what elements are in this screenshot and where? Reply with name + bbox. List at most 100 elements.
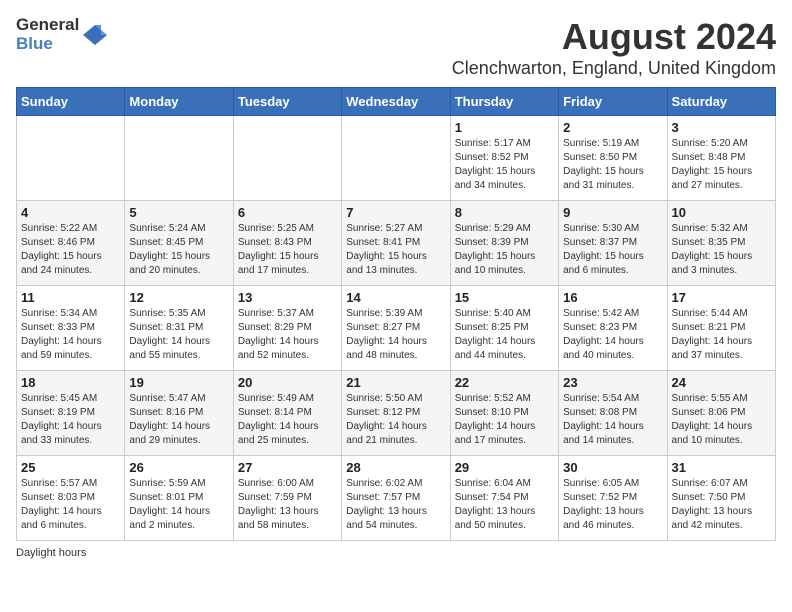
- day-number: 31: [672, 460, 771, 475]
- day-info: Sunrise: 5:34 AM Sunset: 8:33 PM Dayligh…: [21, 307, 120, 363]
- day-info: Sunrise: 6:04 AM Sunset: 7:54 PM Dayligh…: [455, 477, 554, 533]
- calendar-cell: [342, 116, 450, 201]
- calendar-table: SundayMondayTuesdayWednesdayThursdayFrid…: [16, 87, 776, 541]
- day-info: Sunrise: 6:07 AM Sunset: 7:50 PM Dayligh…: [672, 477, 771, 533]
- day-info: Sunrise: 6:00 AM Sunset: 7:59 PM Dayligh…: [238, 477, 337, 533]
- day-number: 3: [672, 120, 771, 135]
- calendar-cell: 16 Sunrise: 5:42 AM Sunset: 8:23 PM Dayli…: [559, 286, 667, 371]
- day-info: Sunrise: 5:22 AM Sunset: 8:46 PM Dayligh…: [21, 222, 120, 278]
- day-number: 16: [563, 290, 662, 305]
- day-number: 30: [563, 460, 662, 475]
- day-number: 22: [455, 375, 554, 390]
- calendar-cell: 20 Sunrise: 5:49 AM Sunset: 8:14 PM Dayli…: [233, 371, 341, 456]
- day-info: Sunrise: 5:24 AM Sunset: 8:45 PM Dayligh…: [129, 222, 228, 278]
- calendar-cell: 8Sunrise: 5:29 AM Sunset: 8:39 PM Daylig…: [450, 201, 558, 286]
- day-number: 7: [346, 205, 445, 220]
- day-info: Sunrise: 5:40 AM Sunset: 8:25 PM Dayligh…: [455, 307, 554, 363]
- day-info: Sunrise: 5:54 AM Sunset: 8:08 PM Dayligh…: [563, 392, 662, 448]
- day-info: Sunrise: 5:42 AM Sunset: 8:23 PM Dayligh…: [563, 307, 662, 363]
- day-info: Sunrise: 5:25 AM Sunset: 8:43 PM Dayligh…: [238, 222, 337, 278]
- calendar-day-header: Tuesday: [233, 88, 341, 116]
- title-block: August 2024 Clenchwarton, England, Unite…: [452, 16, 776, 79]
- day-number: 11: [21, 290, 120, 305]
- calendar-cell: 17 Sunrise: 5:44 AM Sunset: 8:21 PM Dayli…: [667, 286, 775, 371]
- calendar-week-row: 25 Sunrise: 5:57 AM Sunset: 8:03 PM Dayli…: [17, 456, 776, 541]
- calendar-day-header: Sunday: [17, 88, 125, 116]
- day-number: 13: [238, 290, 337, 305]
- calendar-cell: 13 Sunrise: 5:37 AM Sunset: 8:29 PM Dayli…: [233, 286, 341, 371]
- day-number: 24: [672, 375, 771, 390]
- day-info: Sunrise: 5:30 AM Sunset: 8:37 PM Dayligh…: [563, 222, 662, 278]
- day-info: Sunrise: 5:19 AM Sunset: 8:50 PM Dayligh…: [563, 137, 662, 193]
- day-number: 10: [672, 205, 771, 220]
- day-info: Sunrise: 5:57 AM Sunset: 8:03 PM Dayligh…: [21, 477, 120, 533]
- day-info: Sunrise: 5:20 AM Sunset: 8:48 PM Dayligh…: [672, 137, 771, 193]
- calendar-cell: 22 Sunrise: 5:52 AM Sunset: 8:10 PM Dayli…: [450, 371, 558, 456]
- calendar-cell: 30 Sunrise: 6:05 AM Sunset: 7:52 PM Dayli…: [559, 456, 667, 541]
- calendar-week-row: 1Sunrise: 5:17 AM Sunset: 8:52 PM Daylig…: [17, 116, 776, 201]
- day-info: Sunrise: 5:44 AM Sunset: 8:21 PM Dayligh…: [672, 307, 771, 363]
- calendar-day-header: Friday: [559, 88, 667, 116]
- day-number: 27: [238, 460, 337, 475]
- day-info: Sunrise: 5:47 AM Sunset: 8:16 PM Dayligh…: [129, 392, 228, 448]
- day-info: Sunrise: 5:59 AM Sunset: 8:01 PM Dayligh…: [129, 477, 228, 533]
- day-info: Sunrise: 5:50 AM Sunset: 8:12 PM Dayligh…: [346, 392, 445, 448]
- logo-general: General: [16, 16, 79, 35]
- day-info: Sunrise: 6:05 AM Sunset: 7:52 PM Dayligh…: [563, 477, 662, 533]
- calendar-cell: 14 Sunrise: 5:39 AM Sunset: 8:27 PM Dayli…: [342, 286, 450, 371]
- calendar-week-row: 4Sunrise: 5:22 AM Sunset: 8:46 PM Daylig…: [17, 201, 776, 286]
- day-number: 25: [21, 460, 120, 475]
- logo-blue: Blue: [16, 35, 79, 54]
- calendar-cell: 6 Sunrise: 5:25 AM Sunset: 8:43 PM Daylig…: [233, 201, 341, 286]
- calendar-cell: [125, 116, 233, 201]
- calendar-cell: 26 Sunrise: 5:59 AM Sunset: 8:01 PM Dayli…: [125, 456, 233, 541]
- day-number: 17: [672, 290, 771, 305]
- day-number: 26: [129, 460, 228, 475]
- calendar-day-header: Monday: [125, 88, 233, 116]
- day-info: Sunrise: 6:02 AM Sunset: 7:57 PM Dayligh…: [346, 477, 445, 533]
- logo-flag-icon: [81, 21, 109, 49]
- footer-note: Daylight hours: [16, 547, 776, 559]
- calendar-cell: [17, 116, 125, 201]
- calendar-cell: 3 Sunrise: 5:20 AM Sunset: 8:48 PM Daylig…: [667, 116, 775, 201]
- calendar-cell: 19 Sunrise: 5:47 AM Sunset: 8:16 PM Dayli…: [125, 371, 233, 456]
- calendar-week-row: 11 Sunrise: 5:34 AM Sunset: 8:33 PM Dayli…: [17, 286, 776, 371]
- day-info: Sunrise: 5:49 AM Sunset: 8:14 PM Dayligh…: [238, 392, 337, 448]
- logo: General Blue: [16, 16, 109, 53]
- calendar-cell: 9 Sunrise: 5:30 AM Sunset: 8:37 PM Daylig…: [559, 201, 667, 286]
- day-number: 23: [563, 375, 662, 390]
- calendar-cell: 7Sunrise: 5:27 AM Sunset: 8:41 PM Daylig…: [342, 201, 450, 286]
- day-number: 21: [346, 375, 445, 390]
- day-info: Sunrise: 5:35 AM Sunset: 8:31 PM Dayligh…: [129, 307, 228, 363]
- day-number: 28: [346, 460, 445, 475]
- page-header: General Blue August 2024 Clenchwarton, E…: [16, 16, 776, 79]
- day-number: 12: [129, 290, 228, 305]
- day-info: Sunrise: 5:52 AM Sunset: 8:10 PM Dayligh…: [455, 392, 554, 448]
- calendar-cell: 24 Sunrise: 5:55 AM Sunset: 8:06 PM Dayli…: [667, 371, 775, 456]
- day-info: Sunrise: 5:17 AM Sunset: 8:52 PM Dayligh…: [455, 137, 554, 193]
- day-info: Sunrise: 5:37 AM Sunset: 8:29 PM Dayligh…: [238, 307, 337, 363]
- day-number: 9: [563, 205, 662, 220]
- calendar-cell: 31 Sunrise: 6:07 AM Sunset: 7:50 PM Dayli…: [667, 456, 775, 541]
- day-info: Sunrise: 5:39 AM Sunset: 8:27 PM Dayligh…: [346, 307, 445, 363]
- calendar-cell: 11 Sunrise: 5:34 AM Sunset: 8:33 PM Dayli…: [17, 286, 125, 371]
- day-number: 19: [129, 375, 228, 390]
- calendar-day-header: Saturday: [667, 88, 775, 116]
- day-info: Sunrise: 5:29 AM Sunset: 8:39 PM Dayligh…: [455, 222, 554, 278]
- calendar-cell: 12 Sunrise: 5:35 AM Sunset: 8:31 PM Dayli…: [125, 286, 233, 371]
- calendar-cell: 18Sunrise: 5:45 AM Sunset: 8:19 PM Dayli…: [17, 371, 125, 456]
- calendar-header-row: SundayMondayTuesdayWednesdayThursdayFrid…: [17, 88, 776, 116]
- calendar-cell: 21 Sunrise: 5:50 AM Sunset: 8:12 PM Dayli…: [342, 371, 450, 456]
- day-number: 29: [455, 460, 554, 475]
- calendar-cell: 25 Sunrise: 5:57 AM Sunset: 8:03 PM Dayli…: [17, 456, 125, 541]
- calendar-cell: 5Sunrise: 5:24 AM Sunset: 8:45 PM Daylig…: [125, 201, 233, 286]
- day-number: 6: [238, 205, 337, 220]
- day-number: 20: [238, 375, 337, 390]
- day-number: 14: [346, 290, 445, 305]
- day-info: Sunrise: 5:55 AM Sunset: 8:06 PM Dayligh…: [672, 392, 771, 448]
- calendar-day-header: Wednesday: [342, 88, 450, 116]
- calendar-cell: 2Sunrise: 5:19 AM Sunset: 8:50 PM Daylig…: [559, 116, 667, 201]
- calendar-week-row: 18Sunrise: 5:45 AM Sunset: 8:19 PM Dayli…: [17, 371, 776, 456]
- calendar-cell: 28 Sunrise: 6:02 AM Sunset: 7:57 PM Dayli…: [342, 456, 450, 541]
- calendar-cell: 15Sunrise: 5:40 AM Sunset: 8:25 PM Dayli…: [450, 286, 558, 371]
